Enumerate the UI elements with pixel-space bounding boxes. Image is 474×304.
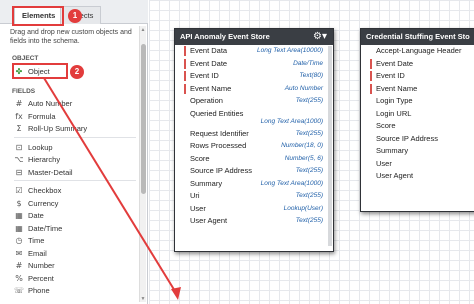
drag-arrow bbox=[43, 77, 181, 300]
drag-arrow-line bbox=[43, 77, 179, 297]
arrow-head-icon bbox=[171, 287, 181, 300]
